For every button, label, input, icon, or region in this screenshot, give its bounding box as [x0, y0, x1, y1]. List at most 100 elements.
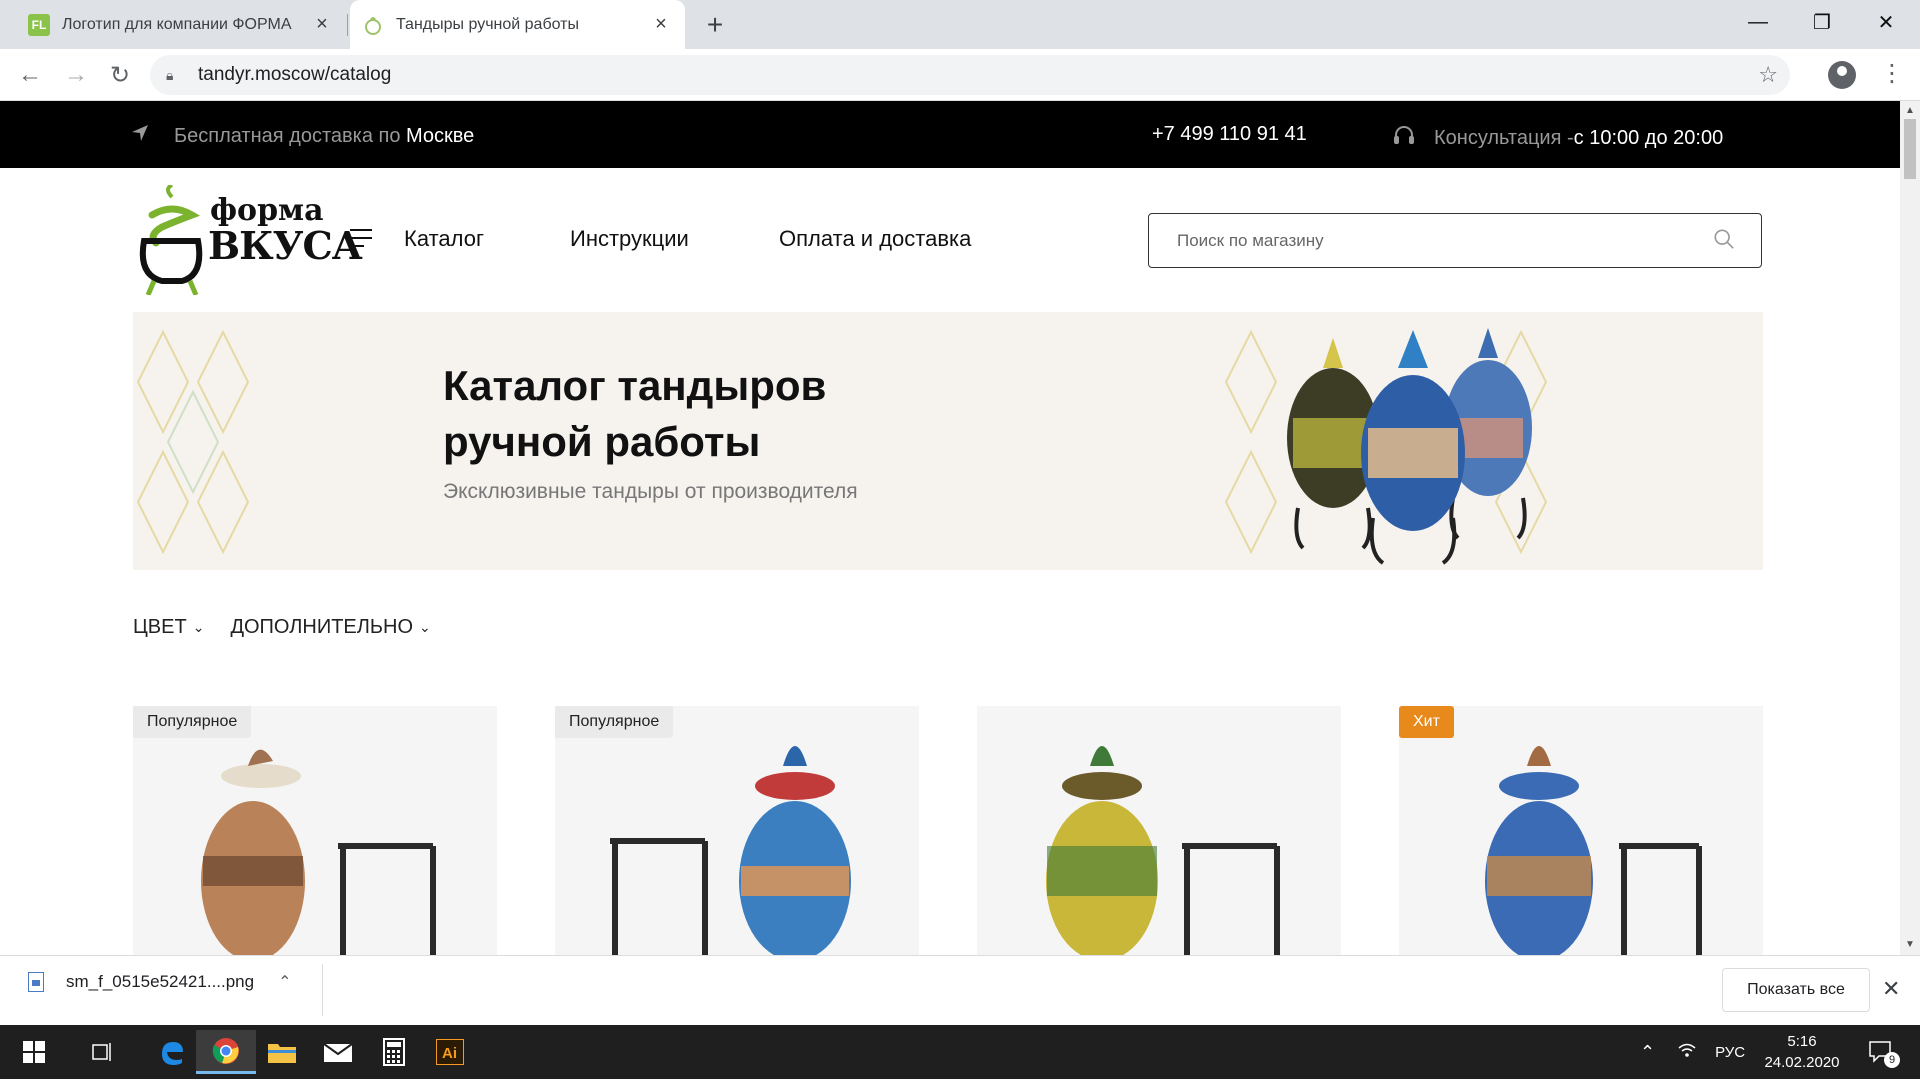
- browser-tab-bar: FL Логотип для компании ФОРМА × Тандыры …: [0, 0, 1920, 49]
- product-card[interactable]: [977, 706, 1341, 955]
- tab-title: Логотип для компании ФОРМА: [62, 15, 292, 33]
- tab-close-icon[interactable]: ×: [649, 13, 673, 37]
- maximize-button[interactable]: ❐: [1802, 4, 1842, 40]
- product-card[interactable]: Хит: [1399, 706, 1763, 955]
- filter-color[interactable]: ЦВЕТ ⌄: [133, 616, 204, 639]
- reload-button[interactable]: ↻: [104, 59, 136, 91]
- tab-title: Тандыры ручной работы: [396, 15, 579, 33]
- task-view-icon[interactable]: [72, 1030, 132, 1074]
- notifications-icon[interactable]: 9: [1850, 1030, 1910, 1074]
- image-file-icon: [28, 972, 44, 992]
- scroll-up-icon[interactable]: ▲: [1905, 105, 1915, 116]
- search-icon[interactable]: [1713, 228, 1735, 250]
- close-download-bar-icon[interactable]: ✕: [1882, 976, 1900, 1002]
- chevron-up-icon[interactable]: ⌃: [278, 972, 291, 992]
- calculator-icon[interactable]: [364, 1030, 424, 1074]
- catalog-banner: Каталог тандыров ручной работы Эксклюзив…: [133, 312, 1763, 570]
- nav-payment-delivery-link[interactable]: Оплата и доставка: [779, 226, 971, 252]
- product-image: [201, 749, 436, 955]
- system-tray: ⌃ РУС: [1640, 1025, 1745, 1079]
- clock-date: 24.02.2020: [1764, 1054, 1840, 1071]
- show-all-button[interactable]: Показать все: [1722, 968, 1870, 1012]
- notification-count-badge: 9: [1884, 1052, 1900, 1068]
- download-separator: [322, 964, 323, 1016]
- back-button[interactable]: ←: [14, 59, 46, 91]
- edge-browser-icon[interactable]: [142, 1030, 202, 1074]
- page-scrollbar[interactable]: ▲ ▼: [1900, 101, 1920, 955]
- banner-title: Каталог тандыров ручной работы: [443, 358, 826, 470]
- illustrator-icon[interactable]: Ai: [420, 1030, 480, 1074]
- profile-avatar-icon[interactable]: [1828, 61, 1856, 89]
- site-topbar: Бесплатная доставка по Москве +7 499 110…: [0, 101, 1900, 168]
- banner-tandyrs-image: [1287, 328, 1532, 565]
- consult-label: Консультация -: [1434, 126, 1574, 149]
- delivery-city: Москве: [406, 124, 475, 147]
- filters-bar: ЦВЕТ ⌄ ДОПОЛНИТЕЛЬНО ⌄: [133, 616, 457, 639]
- svg-text:Ai: Ai: [442, 1045, 457, 1062]
- file-explorer-icon[interactable]: [252, 1030, 312, 1074]
- web-page: Бесплатная доставка по Москве +7 499 110…: [0, 101, 1900, 955]
- tab-separator: [347, 14, 348, 36]
- banner-subtitle: Эксклюзивные тандыры от производителя: [443, 480, 858, 503]
- minimize-button[interactable]: —: [1738, 4, 1778, 40]
- product-card[interactable]: Популярное: [555, 706, 919, 955]
- new-tab-button[interactable]: +: [700, 9, 730, 40]
- product-badge-hit: Хит: [1399, 706, 1454, 738]
- url-text[interactable]: tandyr.moscow/catalog: [198, 64, 391, 86]
- location-arrow-icon: [130, 123, 154, 149]
- delivery-text: Бесплатная доставка по: [174, 124, 401, 147]
- search-input[interactable]: [1177, 230, 1697, 251]
- logo-word-vkusa: ВКУСА: [208, 223, 363, 268]
- forward-button[interactable]: →: [60, 59, 92, 91]
- phone-link[interactable]: +7 499 110 91 41: [1152, 123, 1307, 146]
- bookmark-star-icon[interactable]: ☆: [1758, 62, 1778, 88]
- browser-toolbar: ← → ↻ 🔒︎ tandyr.moscow/catalog ☆ ⋮: [0, 49, 1920, 101]
- product-badge: Популярное: [133, 706, 252, 738]
- banner-title-line1: Каталог тандыров: [443, 362, 827, 409]
- download-bar: sm_f_0515e52421....png ⌃ Показать все ✕: [0, 955, 1920, 1025]
- tab-tandyr[interactable]: Тандыры ручной работы ×: [350, 0, 685, 49]
- address-bar[interactable]: 🔒︎ tandyr.moscow/catalog ☆: [150, 55, 1790, 95]
- close-window-button[interactable]: ✕: [1866, 4, 1906, 40]
- clock-time: 5:16: [1787, 1033, 1817, 1050]
- chevron-down-icon: ⌄: [419, 619, 431, 635]
- consult-hours: с 10:00 до 20:00: [1573, 126, 1724, 149]
- headphones-icon: [1392, 123, 1416, 153]
- consultation-info: Консультация - с 10:00 до 20:00: [1392, 123, 1723, 153]
- language-indicator[interactable]: РУС: [1715, 1044, 1745, 1061]
- chrome-browser-icon[interactable]: [196, 1030, 256, 1074]
- lock-icon: 🔒︎: [166, 66, 174, 83]
- product-badge: Популярное: [555, 706, 674, 738]
- filter-additional-label: ДОПОЛНИТЕЛЬНО: [230, 616, 413, 638]
- wifi-icon[interactable]: [1677, 1042, 1697, 1062]
- product-image: [610, 746, 851, 955]
- menu-burger-icon[interactable]: [350, 229, 372, 253]
- site-logo[interactable]: форма ВКУСА: [132, 185, 363, 295]
- diamond-pattern-left: [136, 329, 250, 555]
- chevron-down-icon: ⌄: [192, 619, 205, 635]
- filter-color-label: ЦВЕТ: [133, 616, 187, 638]
- download-item[interactable]: sm_f_0515e52421....png ⌃: [28, 972, 292, 992]
- fl-favicon-icon: FL: [28, 13, 50, 36]
- scrollbar-thumb[interactable]: [1904, 119, 1916, 179]
- windows-taskbar: Ai ⌃ РУС 5:16 24.02.2020 9: [0, 1025, 1920, 1079]
- tab-fl-logo[interactable]: FL Логотип для компании ФОРМА ×: [16, 0, 346, 49]
- taskbar-clock[interactable]: 5:16 24.02.2020: [1760, 1031, 1844, 1073]
- product-card[interactable]: Популярное: [133, 706, 497, 955]
- tandyr-favicon-icon: [362, 14, 384, 36]
- show-hidden-icons-icon[interactable]: ⌃: [1640, 1042, 1655, 1063]
- mail-icon[interactable]: [308, 1030, 368, 1074]
- search-box[interactable]: [1148, 213, 1762, 268]
- download-filename: sm_f_0515e52421....png: [66, 972, 255, 991]
- banner-title-line2: ручной работы: [443, 418, 761, 465]
- nav-instructions-link[interactable]: Инструкции: [570, 226, 689, 252]
- filter-additional[interactable]: ДОПОЛНИТЕЛЬНО ⌄: [230, 616, 430, 639]
- browser-menu-icon[interactable]: ⋮: [1880, 59, 1904, 88]
- windows-start-icon[interactable]: [4, 1030, 64, 1074]
- product-image: [1485, 746, 1702, 955]
- nav-catalog-link[interactable]: Каталог: [404, 226, 484, 252]
- product-image: [1046, 746, 1280, 955]
- scroll-down-icon[interactable]: ▼: [1905, 939, 1915, 950]
- delivery-info: Бесплатная доставка по Москве: [130, 123, 474, 149]
- tab-close-icon[interactable]: ×: [310, 13, 334, 37]
